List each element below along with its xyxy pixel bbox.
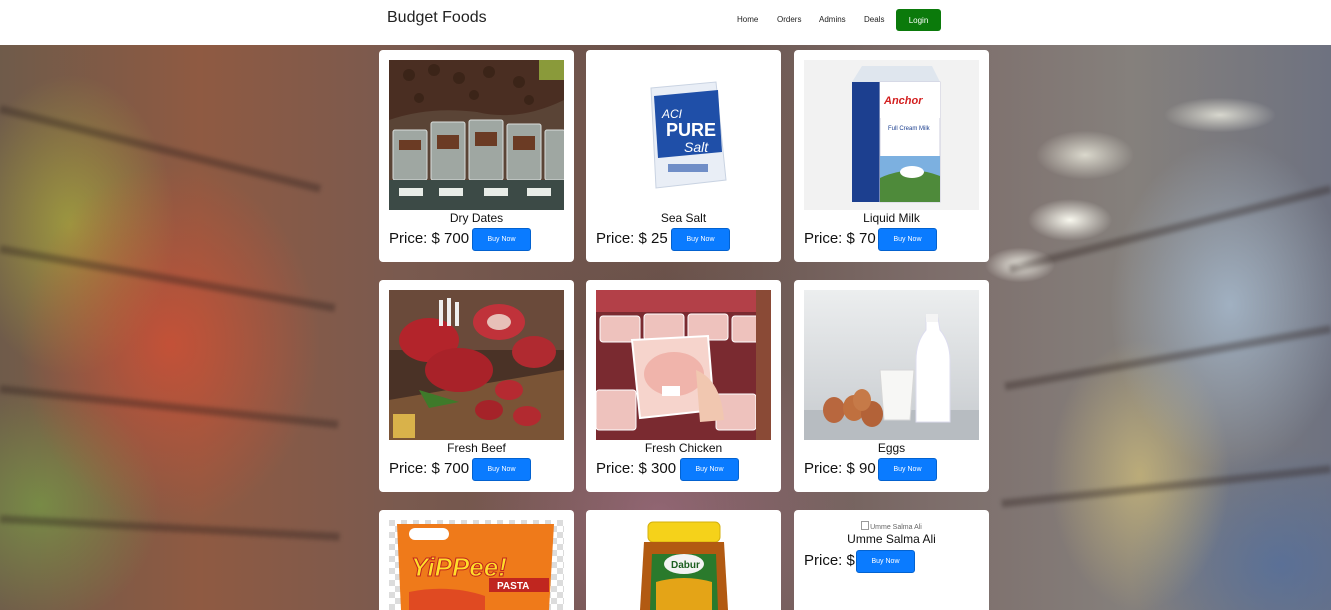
svg-text:Full Cream Milk: Full Cream Milk [888,126,931,132]
svg-text:Anchor: Anchor [883,95,923,107]
buy-now-button[interactable]: Buy Now [680,458,739,481]
svg-text:YiPPee!: YiPPee! [411,552,507,582]
product-price: Price: $ 90 [804,460,876,477]
product-card: YiPPee! PASTA [379,510,574,610]
nav-link-home[interactable]: Home [737,15,758,24]
nav-link-admins[interactable]: Admins [819,15,846,24]
broken-image-placeholder: Umme Salma Ali [794,521,989,531]
product-name: Dry Dates [449,211,504,225]
product-name: Sea Salt [660,211,707,225]
buy-now-button[interactable]: Buy Now [472,228,531,251]
product-price: Price: $ 700 [389,460,470,477]
product-card: Fresh Chicken Price: $ 300 Buy Now [586,280,781,492]
product-name: Fresh Beef [447,441,506,455]
product-card: Dry Dates Price: $ 700 Buy Now [379,50,574,262]
svg-text:Salt: Salt [684,139,709,155]
product-image-fresh-chicken [596,290,771,440]
svg-text:PASTA: PASTA [497,581,529,592]
svg-text:Dabur: Dabur [671,560,700,571]
brand-logo-text[interactable]: Budget Foods [387,9,487,27]
product-name: Liquid Milk [863,211,920,225]
product-card: Anchor Full Cream Milk Liquid Milk Price… [794,50,989,262]
product-image-honey: Dabur [596,520,771,610]
product-card: Fresh Beef Price: $ 700 Buy Now [379,280,574,492]
buy-now-button[interactable]: Buy Now [671,228,730,251]
product-card: Dabur [586,510,781,610]
product-card: ACI PURE Salt Sea Salt Price: $ 25 Buy N… [586,50,781,262]
product-image-liquid-milk: Anchor Full Cream Milk [804,60,979,210]
product-price: Price: $ [804,552,855,569]
product-price: Price: $ 700 [389,230,470,247]
broken-image-alt-text: Umme Salma Ali [870,524,922,531]
product-card: Umme Salma Ali Umme Salma Ali Price: $ B… [794,510,989,610]
broken-image-icon [861,521,870,530]
buy-now-button[interactable]: Buy Now [856,550,915,573]
nav-link-deals[interactable]: Deals [864,15,884,24]
buy-now-button[interactable]: Buy Now [878,228,937,251]
buy-now-button[interactable]: Buy Now [472,458,531,481]
svg-text:PURE: PURE [666,120,716,140]
login-button[interactable]: Login [896,9,941,31]
product-name: Fresh Chicken [644,441,723,455]
product-price: Price: $ 25 [596,230,668,247]
svg-text:ACI: ACI [661,107,683,121]
buy-now-button[interactable]: Buy Now [878,458,937,481]
product-image-noodles: YiPPee! PASTA [389,520,564,610]
product-image-sea-salt: ACI PURE Salt [596,60,771,210]
product-price: Price: $ 300 [596,460,677,477]
product-card: Eggs Price: $ 90 Buy Now [794,280,989,492]
product-image-fresh-beef [389,290,564,440]
product-name: Eggs [877,441,906,455]
product-image-eggs [804,290,979,440]
product-image-dry-dates [389,60,564,210]
product-price: Price: $ 70 [804,230,876,247]
product-name: Umme Salma Ali [847,532,936,546]
navbar: Budget Foods Home Orders Admins Deals Lo… [0,0,1331,45]
nav-link-orders[interactable]: Orders [777,15,801,24]
